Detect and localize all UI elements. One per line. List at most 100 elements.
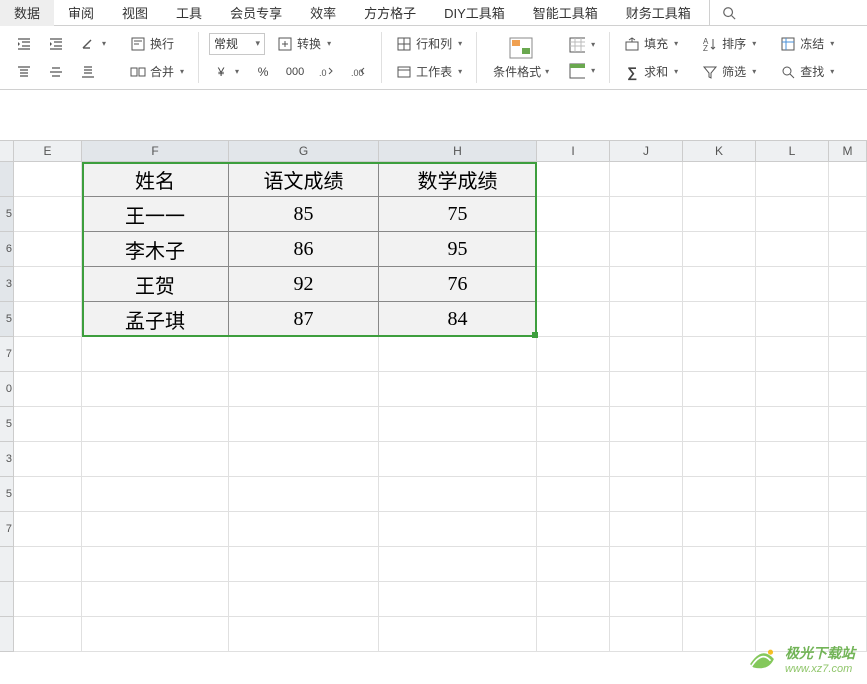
cell[interactable] <box>379 337 537 372</box>
decrease-decimal-icon[interactable]: .00 <box>347 62 371 82</box>
cell[interactable] <box>756 512 829 547</box>
thousands-icon[interactable]: 000 <box>283 62 307 82</box>
cell[interactable] <box>610 407 683 442</box>
cell[interactable] <box>829 407 867 442</box>
cell[interactable] <box>82 547 229 582</box>
cell[interactable] <box>229 512 379 547</box>
cell[interactable] <box>683 407 756 442</box>
cell[interactable] <box>683 442 756 477</box>
cell-math[interactable]: 76 <box>379 267 537 302</box>
cell[interactable] <box>229 407 379 442</box>
indent-icon[interactable] <box>44 34 68 54</box>
table-style-icon[interactable]: ▾ <box>565 35 599 55</box>
outdent-icon[interactable] <box>12 34 36 54</box>
cell-name[interactable]: 孟子琪 <box>82 302 229 337</box>
cell-math[interactable]: 95 <box>379 232 537 267</box>
cell[interactable] <box>379 582 537 617</box>
cell[interactable] <box>756 547 829 582</box>
cell[interactable] <box>829 477 867 512</box>
menu-efficiency[interactable]: 效率 <box>296 0 350 26</box>
cell[interactable] <box>610 337 683 372</box>
cell[interactable] <box>229 547 379 582</box>
convert-button[interactable]: 转换▾ <box>273 33 335 54</box>
align-bottom-icon[interactable] <box>76 62 100 82</box>
freeze-button[interactable]: 冻结▾ <box>776 33 838 54</box>
cell[interactable] <box>756 442 829 477</box>
cell[interactable] <box>610 442 683 477</box>
cell-style-icon[interactable]: ▾ <box>565 61 599 81</box>
cell[interactable] <box>756 477 829 512</box>
row-header[interactable]: 3 <box>0 442 14 477</box>
cell[interactable] <box>229 442 379 477</box>
cell[interactable] <box>82 337 229 372</box>
menu-finance[interactable]: 财务工具箱 <box>612 0 705 26</box>
cell[interactable] <box>683 162 756 197</box>
cell[interactable] <box>756 337 829 372</box>
col-header-K[interactable]: K <box>683 141 756 161</box>
row-col-button[interactable]: 行和列▾ <box>392 33 466 54</box>
cell[interactable] <box>537 442 610 477</box>
cell[interactable] <box>14 547 82 582</box>
cell[interactable] <box>537 372 610 407</box>
cell[interactable] <box>610 617 683 652</box>
row-header[interactable]: 5 <box>0 477 14 512</box>
sort-button[interactable]: AZ排序▾ <box>698 33 760 54</box>
cell[interactable] <box>537 477 610 512</box>
search-icon[interactable] <box>709 0 748 25</box>
col-header-E[interactable]: E <box>14 141 82 161</box>
cell[interactable] <box>756 372 829 407</box>
cell[interactable] <box>14 302 82 337</box>
menu-vip[interactable]: 会员专享 <box>216 0 296 26</box>
cell[interactable] <box>537 512 610 547</box>
cell[interactable] <box>537 232 610 267</box>
cell[interactable] <box>829 302 867 337</box>
menu-review[interactable]: 审阅 <box>54 0 108 26</box>
cell[interactable] <box>829 512 867 547</box>
row-header[interactable] <box>0 547 14 582</box>
col-header-G[interactable]: G <box>229 141 379 161</box>
menu-data[interactable]: 数据 <box>0 0 54 26</box>
cell[interactable] <box>379 547 537 582</box>
merge-cells-button[interactable]: 合并▾ <box>126 61 188 82</box>
currency-icon[interactable]: ¥▾ <box>209 62 243 82</box>
menu-view[interactable]: 视图 <box>108 0 162 26</box>
orientation-icon[interactable]: ▾ <box>76 34 110 54</box>
align-top-icon[interactable] <box>12 62 36 82</box>
col-header-F[interactable]: F <box>82 141 229 161</box>
cell[interactable] <box>756 302 829 337</box>
menu-diy[interactable]: DIY工具箱 <box>430 0 519 26</box>
cell[interactable] <box>610 477 683 512</box>
sum-button[interactable]: ∑求和▾ <box>620 61 682 82</box>
cell[interactable] <box>14 267 82 302</box>
menu-smart[interactable]: 智能工具箱 <box>519 0 612 26</box>
cell[interactable] <box>683 477 756 512</box>
cell[interactable] <box>756 197 829 232</box>
row-header[interactable] <box>0 582 14 617</box>
cell-chinese[interactable]: 87 <box>229 302 379 337</box>
cell[interactable] <box>537 407 610 442</box>
cell[interactable] <box>537 337 610 372</box>
cell[interactable] <box>683 547 756 582</box>
row-header[interactable]: 7 <box>0 512 14 547</box>
cell[interactable] <box>229 337 379 372</box>
cell[interactable] <box>379 477 537 512</box>
cell[interactable] <box>683 372 756 407</box>
col-header-H[interactable]: H <box>379 141 537 161</box>
cell[interactable] <box>379 512 537 547</box>
row-header[interactable]: 3 <box>0 267 14 302</box>
cell-chinese[interactable]: 92 <box>229 267 379 302</box>
cell[interactable] <box>379 617 537 652</box>
grid[interactable]: 姓名 语文成绩 数学成绩 5 王一一 85 75 6 李木子 86 95 <box>0 162 867 652</box>
col-header-M[interactable]: M <box>829 141 867 161</box>
cell[interactable] <box>229 617 379 652</box>
cell[interactable] <box>537 267 610 302</box>
cell[interactable] <box>829 232 867 267</box>
menu-tools[interactable]: 工具 <box>162 0 216 26</box>
cell[interactable] <box>683 337 756 372</box>
percent-icon[interactable]: % <box>251 62 275 82</box>
align-middle-icon[interactable] <box>44 62 68 82</box>
cell-chinese[interactable]: 86 <box>229 232 379 267</box>
cell[interactable] <box>829 197 867 232</box>
number-format-select[interactable]: 常规▾ <box>209 33 265 55</box>
cell[interactable] <box>610 582 683 617</box>
